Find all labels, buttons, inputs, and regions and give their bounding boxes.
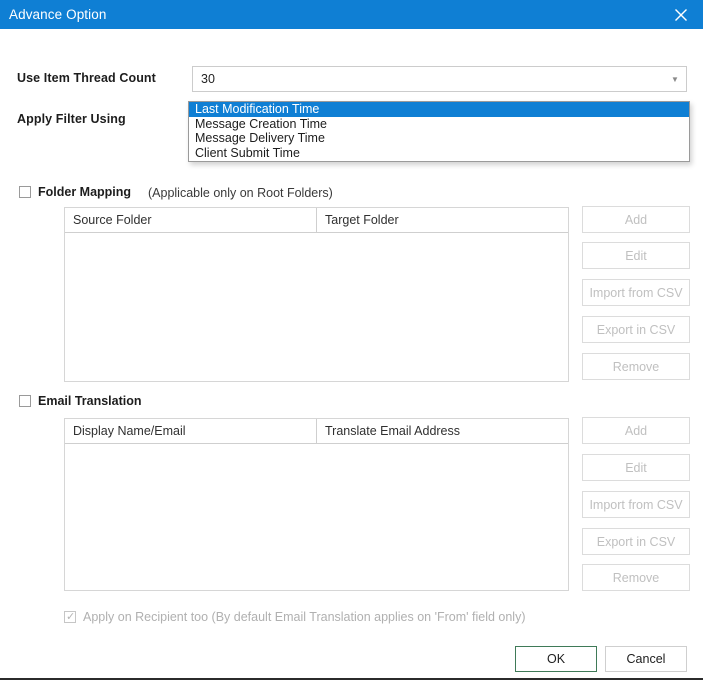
dropdown-option-client-submit-time[interactable]: Client Submit Time: [189, 146, 689, 161]
email-translation-remove-button[interactable]: Remove: [582, 564, 690, 591]
window-title: Advance Option: [9, 7, 107, 22]
email-translation-grid-header: Display Name/Email Translate Email Addre…: [65, 419, 568, 444]
folder-mapping-remove-button[interactable]: Remove: [582, 353, 690, 380]
checkbox-box: [19, 186, 31, 198]
apply-filter-label: Apply Filter Using: [17, 112, 126, 126]
ok-button[interactable]: OK: [515, 646, 597, 672]
chevron-down-icon[interactable]: ▼: [664, 67, 686, 91]
dropdown-option-message-creation-time[interactable]: Message Creation Time: [189, 117, 689, 132]
folder-mapping-checkbox[interactable]: Folder Mapping: [19, 185, 131, 199]
folder-mapping-grid-header: Source Folder Target Folder: [65, 208, 568, 233]
column-header-target-folder[interactable]: Target Folder: [317, 208, 568, 232]
thread-count-value: 30: [201, 72, 215, 86]
folder-mapping-import-csv-button[interactable]: Import from CSV: [582, 279, 690, 306]
email-translation-grid-body[interactable]: [65, 444, 568, 615]
apply-filter-dropdown-list[interactable]: Last Modification Time Message Creation …: [188, 101, 690, 163]
folder-mapping-grid[interactable]: Source Folder Target Folder: [64, 207, 569, 382]
email-translation-export-csv-button[interactable]: Export in CSV: [582, 528, 690, 555]
email-translation-label: Email Translation: [38, 394, 142, 408]
apply-on-recipient-checkbox[interactable]: ✓ Apply on Recipient too (By default Ema…: [64, 610, 526, 624]
column-header-translate-email-address[interactable]: Translate Email Address: [317, 419, 568, 443]
folder-mapping-grid-body[interactable]: [65, 233, 568, 406]
email-translation-grid[interactable]: Display Name/Email Translate Email Addre…: [64, 418, 569, 591]
column-header-display-name-email[interactable]: Display Name/Email: [65, 419, 317, 443]
cancel-button[interactable]: Cancel: [605, 646, 687, 672]
folder-mapping-add-button[interactable]: Add: [582, 206, 690, 233]
email-translation-import-csv-button[interactable]: Import from CSV: [582, 491, 690, 518]
apply-on-recipient-label: Apply on Recipient too (By default Email…: [83, 610, 526, 624]
email-translation-add-button[interactable]: Add: [582, 417, 690, 444]
title-bar: Advance Option: [0, 0, 703, 29]
folder-mapping-hint: (Applicable only on Root Folders): [148, 186, 333, 200]
folder-mapping-label: Folder Mapping: [38, 185, 132, 199]
checkmark-icon: ✓: [66, 611, 76, 623]
thread-count-combobox[interactable]: 30 ▼: [192, 66, 687, 92]
dropdown-option-last-modification-time[interactable]: Last Modification Time: [189, 102, 689, 117]
folder-mapping-export-csv-button[interactable]: Export in CSV: [582, 316, 690, 343]
email-translation-checkbox[interactable]: Email Translation: [19, 394, 142, 408]
folder-mapping-edit-button[interactable]: Edit: [582, 242, 690, 269]
email-translation-edit-button[interactable]: Edit: [582, 454, 690, 481]
thread-count-label: Use Item Thread Count: [17, 71, 156, 85]
checkbox-box: ✓: [64, 611, 76, 623]
dropdown-option-message-delivery-time[interactable]: Message Delivery Time: [189, 131, 689, 146]
column-header-source-folder[interactable]: Source Folder: [65, 208, 317, 232]
close-icon[interactable]: [659, 0, 703, 29]
checkbox-box: [19, 395, 31, 407]
